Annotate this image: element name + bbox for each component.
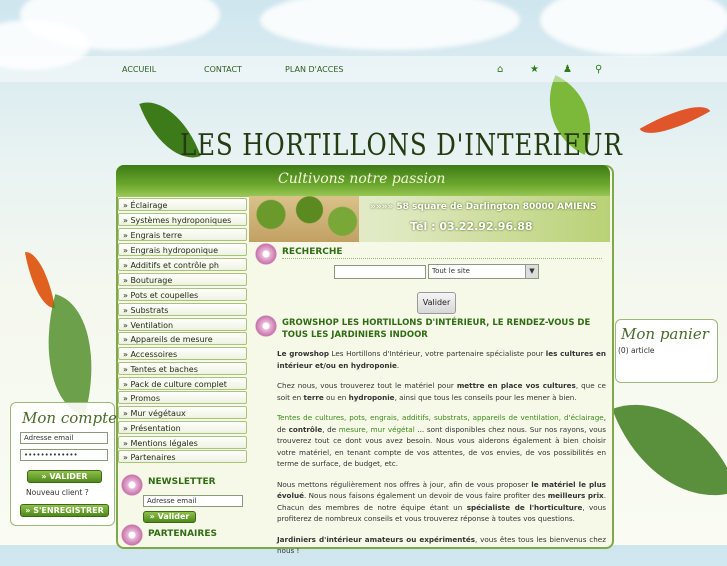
text: . Nous nous faisons également un devoir …: [303, 491, 548, 500]
menu-item-accessoires[interactable]: » Accessoires: [118, 347, 247, 360]
menu-item-engrais-terre[interactable]: » Engrais terre: [118, 228, 247, 241]
cart-count[interactable]: (0) article: [618, 346, 655, 355]
bold-text: terre: [303, 392, 324, 402]
menu-item-mentions-legales[interactable]: » Mentions légales: [118, 436, 247, 449]
menu-item-pots[interactable]: » Pots et coupelles: [118, 288, 247, 301]
paragraph: Tentes de cultures, pots, engrais, addit…: [277, 412, 606, 470]
shop-phone: Tél : 03.22.92.96.88: [410, 220, 533, 233]
nav-link-plan-acces[interactable]: PLAN D'ACCES: [285, 65, 343, 74]
menu-item-eclairage[interactable]: » Éclairage: [118, 198, 247, 211]
paragraph: Chez nous, vous trouverez tout le matéri…: [277, 380, 606, 403]
menu-item-partenaires[interactable]: » Partenaires: [118, 450, 247, 463]
menu-item-systemes-hydroponiques[interactable]: » Systèmes hydroponiques: [118, 213, 247, 226]
menu-item-appareils-mesure[interactable]: » Appareils de mesure: [118, 332, 247, 345]
account-email-input[interactable]: Adresse email: [20, 432, 108, 444]
paragraph: Nous mettons régulièrement nos offres à …: [277, 479, 606, 525]
cart-title[interactable]: Mon panier: [621, 325, 709, 343]
site-logo[interactable]: LES HORTILLONS D'INTERIEUR: [180, 128, 623, 163]
main-content: Le growshop Les Hortillons d'Intérieur, …: [277, 348, 606, 566]
menu-item-ventilation[interactable]: » Ventilation: [118, 318, 247, 331]
text: Chez nous, vous trouverez tout le matéri…: [277, 381, 457, 390]
green-text: mesure, mur végétal: [338, 424, 415, 434]
newsletter-submit-button[interactable]: » Valider: [143, 511, 196, 523]
paragraph: Le growshop Les Hortillons d'Intérieur, …: [277, 348, 606, 371]
bold-text: mettre en place vos cultures: [456, 381, 576, 390]
home-icon[interactable]: ⌂: [497, 64, 503, 75]
search-scope-value: Tout le site: [432, 267, 470, 275]
nav-link-contact[interactable]: CONTACT: [204, 65, 242, 74]
green-text: Tentes de cultures, pots, engrais, addit…: [277, 413, 604, 422]
orchid-icon: [255, 243, 277, 265]
text: Nous mettons régulièrement nos offres à …: [277, 479, 532, 489]
account-title: Mon compte: [22, 409, 117, 427]
text: , ainsi que tous les conseils pour les m…: [394, 392, 577, 402]
new-client-link[interactable]: Nouveau client ?: [26, 488, 89, 497]
menu-item-engrais-hydroponique[interactable]: » Engrais hydroponique: [118, 243, 247, 256]
partners-title: PARTENAIRES: [148, 529, 217, 539]
newsletter-title: NEWSLETTER: [148, 477, 216, 487]
menu-item-presentation[interactable]: » Présentation: [118, 421, 247, 434]
menu-item-promos[interactable]: » Promos: [118, 391, 247, 404]
bold-text: meilleurs prix: [547, 491, 604, 500]
menu-item-mur-vegetaux[interactable]: » Mur végétaux: [118, 406, 247, 419]
cloud-decoration: [540, 0, 727, 55]
palm-leaf-decoration: [26, 294, 114, 416]
orchid-icon: [121, 474, 143, 496]
orchid-icon: [121, 524, 143, 546]
text: ou en: [323, 392, 349, 402]
account-validate-button[interactable]: » VALIDER: [27, 470, 102, 483]
slogan-text: Cultivons notre passion: [278, 171, 446, 187]
menu-item-substrats[interactable]: » Substrats: [118, 303, 247, 316]
sitemap-icon[interactable]: ⚲: [595, 64, 602, 75]
register-button[interactable]: » S'ENREGISTRER: [20, 504, 109, 517]
menu-item-additifs[interactable]: » Additifs et contrôle ph: [118, 258, 247, 271]
text: .: [396, 360, 400, 370]
divider: [282, 258, 602, 259]
page-heading: GROWSHOP LES HORTILLONS D'INTÉRIEUR, LE …: [282, 318, 591, 340]
menu-item-pack-culture[interactable]: » Pack de culture complet: [118, 377, 247, 390]
top-navigation: ACCUEIL CONTACT PLAN D'ACCES ⌂ ★ ♟ ⚲: [0, 56, 727, 82]
bold-text: hydroponie: [348, 392, 395, 402]
chevron-down-icon: ▼: [525, 265, 538, 278]
bird-of-paradise-decoration: [24, 248, 56, 312]
cactus-image: [249, 196, 359, 242]
users-icon[interactable]: ♟: [563, 64, 572, 75]
orchid-icon: [255, 315, 277, 337]
search-scope-select[interactable]: Tout le site ▼: [428, 264, 539, 279]
slogan-bar: Cultivons notre passion: [116, 165, 610, 197]
bold-text: contrôle: [288, 424, 323, 434]
cloud-decoration: [260, 0, 520, 50]
bird-of-paradise-decoration: [639, 93, 711, 147]
menu-item-tentes[interactable]: » Tentes et baches: [118, 362, 247, 375]
star-icon[interactable]: ★: [530, 64, 539, 75]
paragraph: Jardiniers d'intérieur amateurs ou expér…: [277, 534, 606, 557]
menu-item-bouturage[interactable]: » Bouturage: [118, 273, 247, 286]
account-password-input[interactable]: •••••••••••••: [20, 449, 108, 461]
shop-address: »»»» 58 square de Darlington 80000 AMIEN…: [370, 202, 597, 212]
bold-text: spécialiste de l'horticulture: [466, 502, 583, 512]
nav-link-accueil[interactable]: ACCUEIL: [122, 65, 156, 74]
text: , de: [322, 424, 339, 434]
palm-leaf-decoration: [612, 378, 727, 522]
search-input[interactable]: [334, 265, 426, 279]
search-submit-button[interactable]: Valider: [417, 292, 456, 314]
newsletter-email-input[interactable]: Adresse email: [143, 495, 243, 507]
bold-text: Le growshop: [277, 349, 329, 358]
search-title: RECHERCHE: [282, 247, 343, 257]
text: Les Hortillons d'Intérieur, votre parten…: [328, 349, 546, 358]
bold-text: Jardiniers d'intérieur amateurs ou expér…: [277, 534, 475, 544]
